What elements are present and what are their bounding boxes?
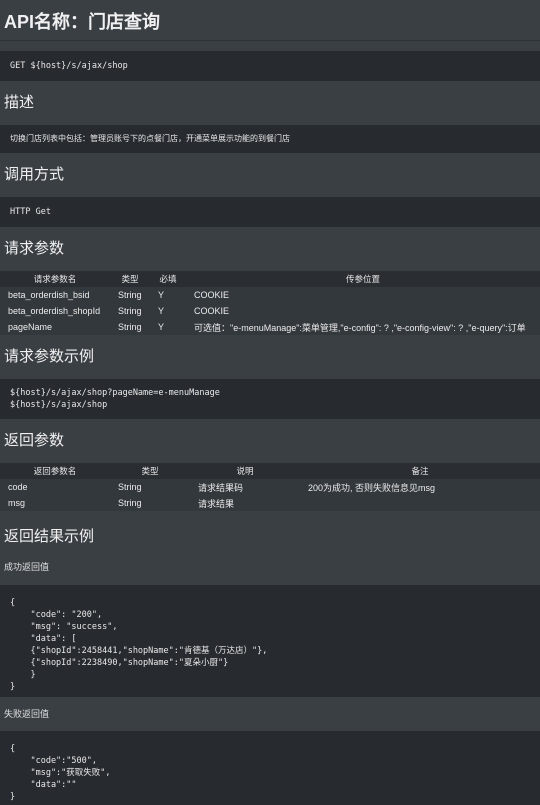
- column-header: 必填: [150, 271, 186, 287]
- return-desc: 请求结果: [198, 498, 235, 509]
- response-params-heading: 返回参数: [4, 432, 65, 449]
- description-heading: 描述: [4, 94, 35, 111]
- column-header: 说明: [190, 463, 300, 479]
- return-type: String: [118, 498, 142, 508]
- success-code: { "code": "200", "msg": "success", "data…: [0, 585, 540, 697]
- param-name: beta_orderdish_shopId: [8, 306, 101, 316]
- param-name: pageName: [8, 322, 53, 332]
- request-params-table: 请求参数名 类型 必填 传参位置 beta_orderdish_bsid Str…: [0, 271, 540, 335]
- column-header: 类型: [110, 463, 190, 479]
- return-name: msg: [8, 498, 26, 508]
- param-location: COOKIE: [194, 290, 230, 300]
- column-header: 传参位置: [186, 271, 540, 287]
- table-row: beta_orderdish_bsid String Y COOKIE: [0, 287, 540, 303]
- param-name: beta_orderdish_bsid: [8, 290, 90, 300]
- param-required: Y: [158, 322, 165, 332]
- column-header: 类型: [110, 271, 150, 287]
- success-label: 成功返回值: [4, 562, 50, 572]
- param-location: COOKIE: [194, 306, 230, 316]
- return-type: String: [118, 482, 142, 492]
- page-title: API名称：门店查询: [0, 0, 540, 41]
- response-params-table: 返回参数名 类型 说明 备注 code String 请求结果码 200为成功,…: [0, 463, 540, 511]
- call-method-heading: 调用方式: [4, 166, 65, 183]
- response-example-heading: 返回结果示例: [4, 528, 95, 545]
- column-header: 备注: [300, 463, 540, 479]
- request-params-heading: 请求参数: [4, 240, 65, 257]
- return-note: [300, 495, 540, 511]
- param-location: 可选值："e-menuManage":菜单管理,"e-config": ? ,"…: [194, 322, 526, 333]
- table-row: code String 请求结果码 200为成功, 否则失败信息见msg: [0, 479, 540, 495]
- column-header: 返回参数名: [0, 463, 110, 479]
- table-row: msg String 请求结果: [0, 495, 540, 511]
- return-name: code: [8, 482, 28, 492]
- request-example-code: ${host}/s/ajax/shop?pageName=e-menuManag…: [0, 379, 540, 419]
- description-text: 切换门店列表中包括：管理员账号下的点餐门店，开通菜单展示功能的到餐门店: [0, 125, 540, 153]
- call-method-code: HTTP Get: [0, 197, 540, 227]
- param-required: Y: [158, 306, 165, 316]
- request-example-heading: 请求参数示例: [4, 348, 95, 365]
- table-row: beta_orderdish_shopId String Y COOKIE: [0, 303, 540, 319]
- param-type: String: [118, 290, 142, 300]
- fail-label: 失败返回值: [4, 709, 50, 719]
- table-row: pageName String Y 可选值："e-menuManage":菜单管…: [0, 319, 540, 335]
- return-note: 200为成功, 否则失败信息见msg: [308, 482, 436, 493]
- column-header: 请求参数名: [0, 271, 110, 287]
- param-type: String: [118, 322, 142, 332]
- return-desc: 请求结果码: [198, 482, 244, 493]
- param-required: Y: [158, 290, 165, 300]
- param-type: String: [118, 306, 142, 316]
- endpoint-code: GET ${host}/s/ajax/shop: [0, 51, 540, 81]
- fail-code: { "code":"500", "msg":"获取失败", "data":"" …: [0, 731, 540, 805]
